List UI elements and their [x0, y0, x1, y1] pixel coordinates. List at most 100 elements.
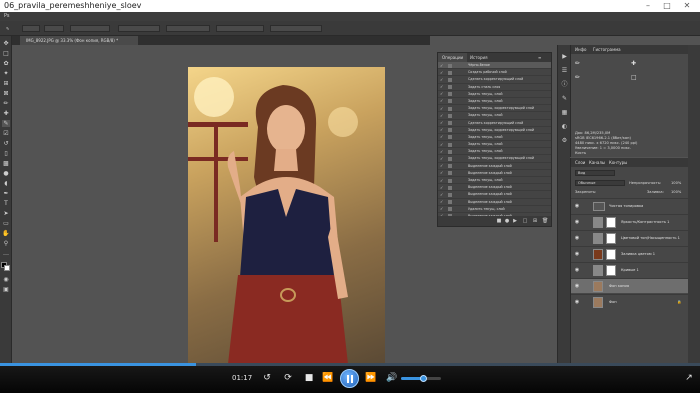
check-icon[interactable]: ✓: [440, 142, 444, 147]
dialog-toggle-icon[interactable]: [448, 178, 452, 183]
marquee-tool-icon[interactable]: □: [2, 50, 10, 57]
layer-row[interactable]: ◉ Цветовой тон/Насыщенность 1: [571, 230, 689, 245]
history-step[interactable]: ✓ Удалить текущ. слой: [438, 206, 551, 213]
zoom-tool-icon[interactable]: ⚲: [2, 240, 10, 247]
dialog-toggle-icon[interactable]: [448, 192, 452, 197]
history-step[interactable]: ✓ Сделать корректирующий слой: [438, 120, 551, 127]
visibility-eye-icon[interactable]: ◉: [574, 283, 580, 289]
history-step[interactable]: ✓ Задать текущ. корректирующий слой: [438, 155, 551, 163]
brush-tool-icon[interactable]: ✎: [2, 120, 10, 127]
shape-tool-icon[interactable]: ▭: [2, 220, 10, 227]
history-step[interactable]: ✓ Выделение каждый слой: [438, 184, 551, 192]
background-color-swatch[interactable]: [4, 265, 10, 271]
new-set-icon[interactable]: □: [522, 218, 528, 224]
dialog-toggle-icon[interactable]: [448, 85, 452, 90]
history-step[interactable]: ✓ Выделение каждый слой: [438, 191, 551, 199]
check-icon[interactable]: ✓: [440, 185, 444, 190]
visibility-eye-icon[interactable]: ◉: [574, 203, 580, 209]
play-action-icon[interactable]: ▶: [512, 218, 518, 224]
history-step[interactable]: ✓ Задать текущ. корректирующий слой: [438, 105, 551, 113]
tab-history[interactable]: История: [466, 53, 492, 62]
tab-info[interactable]: Инфо: [575, 45, 586, 54]
dialog-toggle-icon[interactable]: [448, 92, 452, 97]
dialog-toggle-icon[interactable]: [448, 164, 452, 169]
rewind-icon[interactable]: ⏪: [321, 372, 335, 384]
tab-paths[interactable]: Контуры: [609, 158, 627, 167]
dialog-toggle-icon[interactable]: [448, 142, 452, 147]
check-icon[interactable]: ✓: [440, 113, 444, 118]
hand-tool-icon[interactable]: ✋: [2, 230, 10, 237]
clone-tool-icon[interactable]: ☑: [2, 130, 10, 137]
gradient-tool-icon[interactable]: ▩: [2, 160, 10, 167]
visibility-eye-icon[interactable]: ◉: [574, 299, 580, 305]
dialog-toggle-icon[interactable]: [448, 121, 452, 125]
history-step[interactable]: ✓ Задать стиль слоя: [438, 84, 551, 91]
history-step[interactable]: ✓ Выделение каждый слой: [438, 199, 551, 206]
mode-value-box[interactable]: [70, 25, 110, 32]
check-icon[interactable]: ✓: [440, 156, 444, 161]
new-action-icon[interactable]: ⊞: [532, 218, 538, 224]
stop-action-icon[interactable]: ■: [496, 218, 502, 224]
tab-actions[interactable]: Операции: [438, 53, 468, 62]
swatches-panel-icon[interactable]: ▦: [561, 109, 568, 116]
lasso-tool-icon[interactable]: ✿: [2, 60, 10, 67]
delete-icon[interactable]: 🗑: [542, 218, 548, 224]
history-step[interactable]: ✓ Задать текущ. слой: [438, 141, 551, 149]
layer-mask-thumbnail[interactable]: [606, 265, 616, 276]
visibility-eye-icon[interactable]: ◉: [574, 235, 580, 241]
history-step[interactable]: ✓ Чёрно-белое: [438, 62, 551, 70]
pressure-box[interactable]: [270, 25, 322, 32]
dialog-toggle-icon[interactable]: [448, 63, 452, 68]
close-icon[interactable]: ✕: [680, 0, 694, 12]
history-step[interactable]: ✓ Задать текущ. слой: [438, 177, 551, 185]
dialog-toggle-icon[interactable]: [448, 99, 452, 104]
layer-row[interactable]: ◉ Заливка цветом 1: [571, 246, 689, 261]
check-icon[interactable]: ✓: [440, 99, 444, 103]
check-icon[interactable]: ✓: [440, 135, 444, 139]
dialog-toggle-icon[interactable]: [448, 70, 452, 75]
restore-icon[interactable]: □: [660, 0, 674, 12]
check-icon[interactable]: ✓: [440, 63, 444, 68]
layer-row[interactable]: ◉ Яркость/Контрастность 1: [571, 214, 689, 229]
brush-tool-icon[interactable]: ✎: [6, 25, 9, 32]
check-icon[interactable]: ✓: [440, 164, 444, 168]
frame-tool-icon[interactable]: ⊠: [2, 90, 10, 97]
stop-icon[interactable]: ■: [302, 372, 316, 384]
dialog-toggle-icon[interactable]: [448, 77, 452, 82]
volume-knob[interactable]: [420, 375, 427, 382]
layer-mask-thumbnail[interactable]: [606, 249, 616, 260]
check-icon[interactable]: ✓: [440, 149, 444, 154]
volume-icon[interactable]: 🔊: [385, 372, 399, 384]
dialog-toggle-icon[interactable]: [448, 106, 452, 111]
history-step[interactable]: ✓ Задать текущ. слой: [438, 98, 551, 106]
type-tool-icon[interactable]: T: [2, 200, 10, 207]
history-step[interactable]: ✓ Выделение каждый слой: [438, 170, 551, 177]
history-step[interactable]: ✓ Задать текущ. слой: [438, 148, 551, 156]
blur-tool-icon[interactable]: ●: [2, 170, 10, 177]
canvas-photo[interactable]: [188, 67, 385, 364]
check-icon[interactable]: ✓: [440, 192, 444, 197]
check-icon[interactable]: ✓: [440, 171, 444, 175]
dodge-tool-icon[interactable]: ◖: [2, 180, 10, 187]
layer-mask-thumbnail[interactable]: [606, 233, 616, 244]
dialog-toggle-icon[interactable]: [448, 128, 452, 133]
history-step[interactable]: ✓ Выделение каждый слой: [438, 163, 551, 170]
brush-size-box[interactable]: [22, 25, 40, 32]
brush-panel-icon[interactable]: ✎: [561, 95, 568, 102]
volume-slider[interactable]: [401, 375, 441, 382]
check-icon[interactable]: ✓: [440, 85, 444, 89]
play-pause-button[interactable]: [340, 369, 359, 388]
more-tools-icon[interactable]: …: [2, 250, 10, 257]
info-panel-icon[interactable]: ⓘ: [561, 81, 568, 88]
dialog-toggle-icon[interactable]: [448, 156, 452, 161]
layer-row[interactable]: ◉ Фон 🔒: [571, 294, 689, 309]
dialog-toggle-icon[interactable]: [448, 207, 452, 212]
eraser-tool-icon[interactable]: ▯: [2, 150, 10, 157]
history-step[interactable]: ✓ Задать текущ. корректирующий слой: [438, 127, 551, 134]
magic-wand-tool-icon[interactable]: ✦: [2, 70, 10, 77]
history-step[interactable]: ✓ Задать текущ. слой: [438, 134, 551, 142]
document-tab[interactable]: IMG_8922.JPG @ 33.3% (Фон копия, RGB/8) …: [20, 36, 138, 45]
dialog-toggle-icon[interactable]: [448, 113, 452, 118]
visibility-eye-icon[interactable]: ◉: [574, 267, 580, 273]
layer-row[interactable]: ◉ Фон копия: [571, 278, 689, 293]
